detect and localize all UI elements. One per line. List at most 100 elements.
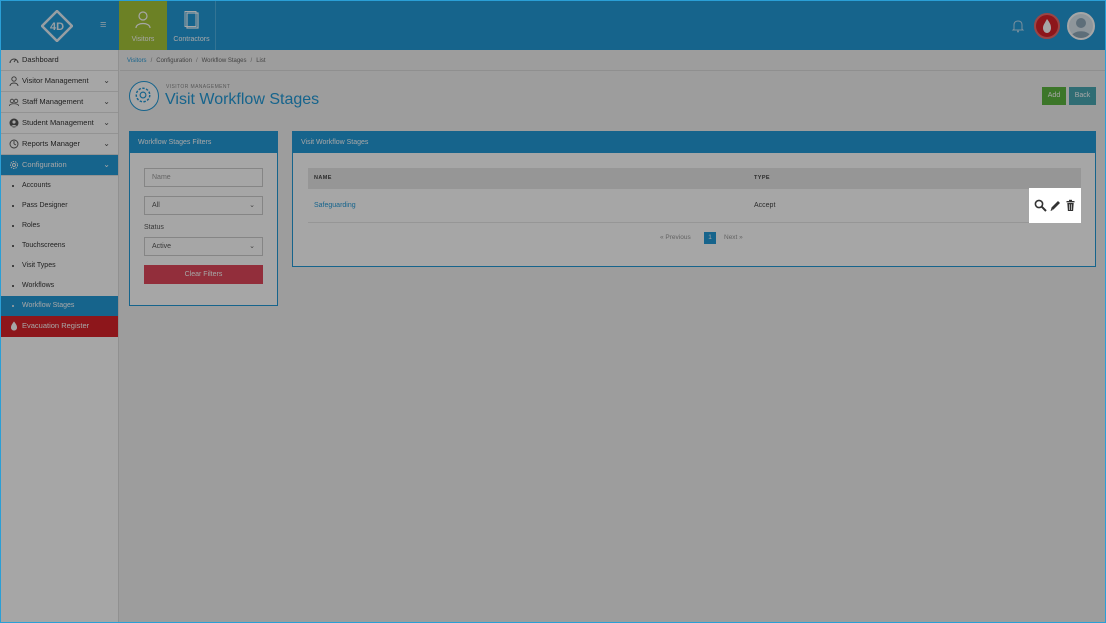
sidebar-item-label: Reports Manager [22,139,80,148]
breadcrumb-visitors[interactable]: Visitors [127,58,147,64]
pagination-previous-label: Previous [665,234,691,241]
sidebar-item-staff-management[interactable]: Staff Management ⌄ [1,92,118,113]
pagination-page[interactable]: 1 [704,232,716,244]
breadcrumb-configuration[interactable]: Configuration [156,58,192,64]
add-button[interactable]: Add [1042,87,1066,105]
tab-visitors-label: Visitors [131,36,155,43]
status-filter-select[interactable]: Active ⌄ [144,237,263,256]
back-button[interactable]: Back [1069,87,1096,105]
filters-panel: Workflow Stages Filters Name All ⌄ Statu… [129,131,278,306]
evacuation-button[interactable] [1034,13,1060,39]
person-icon [135,11,151,29]
tab-contractors-label: Contractors [173,36,210,43]
clear-filters-button[interactable]: Clear Filters [144,265,263,284]
gear-icon [10,161,18,169]
sidebar-subitem-workflows[interactable]: Workflows [1,276,118,296]
breadcrumb-separator: / [195,58,198,64]
dashboard-icon [9,58,19,64]
name-filter-input[interactable]: Name [144,168,263,187]
sidebar-item-label: Dashboard [22,55,59,64]
sidebar-item-label: Staff Management [22,97,84,106]
sidebar-subitem-label: Visit Types [22,262,56,269]
chevron-down-icon: ⌄ [249,202,255,209]
page-gear-icon [129,81,159,111]
table-panel-title: Visit Workflow Stages [293,132,1095,153]
sidebar-subitem-workflow-stages[interactable]: Workflow Stages [1,296,118,316]
bell-icon[interactable] [1011,19,1025,33]
tab-visitors[interactable]: Visitors [119,1,167,50]
sidebar-item-label: Configuration [22,160,67,169]
pagination-next[interactable]: Next » [724,234,743,241]
sidebar-subitem-roles[interactable]: Roles [1,216,118,236]
chevron-down-icon: ⌄ [249,243,255,250]
status-label: Status [144,224,164,231]
app-logo[interactable]: 4D [41,10,73,42]
sidebar-subitem-touchscreens[interactable]: Touchscreens [1,236,118,256]
chevron-down-icon: ⌄ [103,97,110,106]
top-bar: 4D ≡ Visitors Contractors [1,1,1105,50]
bullet-icon [12,225,14,227]
chevron-down-icon: ⌄ [103,139,110,148]
filters-panel-title: Workflow Stages Filters [130,132,277,153]
delete-icon[interactable] [1064,199,1077,212]
edit-icon[interactable] [1049,199,1062,212]
logo-area: 4D ≡ [1,1,118,50]
user-avatar-icon [1071,18,1091,38]
table-header: NAME TYPE [308,168,1081,189]
reports-icon [9,139,19,149]
breadcrumb-separator: / [250,58,253,64]
bullet-icon [12,245,14,247]
svg-text:4D: 4D [50,21,64,33]
sidebar-item-visitor-management[interactable]: Visitor Management ⌄ [1,71,118,92]
pagination-next-label: Next [724,234,738,241]
sidebar-subitem-visit-types[interactable]: Visit Types [1,256,118,276]
sidebar-subitem-pass-designer[interactable]: Pass Designer [1,196,118,216]
sidebar-subitem-accounts[interactable]: Accounts [1,176,118,196]
bullet-icon [12,185,14,187]
bullet-icon [12,205,14,207]
sidebar-item-configuration[interactable]: Configuration ⌄ [1,155,118,176]
page-section-label: VISITOR MANAGEMENT [166,84,231,90]
type-filter-select[interactable]: All ⌄ [144,196,263,215]
menu-toggle-icon[interactable]: ≡ [100,19,110,31]
chevron-down-icon: ⌄ [103,160,110,169]
stage-type: Accept [754,202,776,209]
avatar[interactable] [1067,12,1095,40]
bullet-icon [12,285,14,287]
breadcrumb: Visitors / Configuration / Workflow Stages / L… [120,51,1105,71]
view-icon[interactable] [1034,199,1047,212]
sidebar-subitem-label: Touchscreens [22,242,66,249]
table-row: Safeguarding Accept [308,189,1081,223]
sidebar-subitem-label: Accounts [22,182,51,189]
column-header-name[interactable]: NAME [314,175,332,181]
sidebar-item-dashboard[interactable]: Dashboard [1,50,118,71]
stage-name-link[interactable]: Safeguarding [314,202,356,209]
workflow-stages-panel: Visit Workflow Stages NAME TYPE Safeguar… [292,131,1096,267]
sidebar-item-label: Evacuation Register [22,321,90,330]
status-filter-value: Active [152,243,172,250]
breadcrumb-workflow-stages[interactable]: Workflow Stages [202,58,247,64]
pagination-previous[interactable]: « Previous [660,234,691,241]
breadcrumb-separator: / [150,58,153,64]
sidebar-item-label: Student Management [22,118,94,127]
sidebar-subitem-label: Workflows [22,282,55,289]
page-title: Visit Workflow Stages [165,91,320,108]
row-actions [1029,188,1081,223]
sidebar-item-evacuation-register[interactable]: Evacuation Register [1,316,118,337]
tab-contractors[interactable]: Contractors [168,1,216,50]
column-header-type[interactable]: TYPE [754,175,770,181]
sidebar-item-student-management[interactable]: Student Management ⌄ [1,113,118,134]
chevron-down-icon: ⌄ [103,76,110,85]
sidebar-subitem-label: Roles [22,222,40,229]
sidebar-item-reports-manager[interactable]: Reports Manager ⌄ [1,134,118,155]
document-icon [184,11,199,29]
type-filter-value: All [152,202,160,209]
chevron-down-icon: ⌄ [103,118,110,127]
pagination: « Previous 1 Next » [293,232,1095,244]
person-icon [9,76,19,86]
sidebar-subitem-label: Pass Designer [22,202,68,209]
student-icon [9,118,19,128]
breadcrumb-list: List [256,58,266,64]
flame-icon [1043,19,1051,33]
staff-icon [9,98,19,107]
